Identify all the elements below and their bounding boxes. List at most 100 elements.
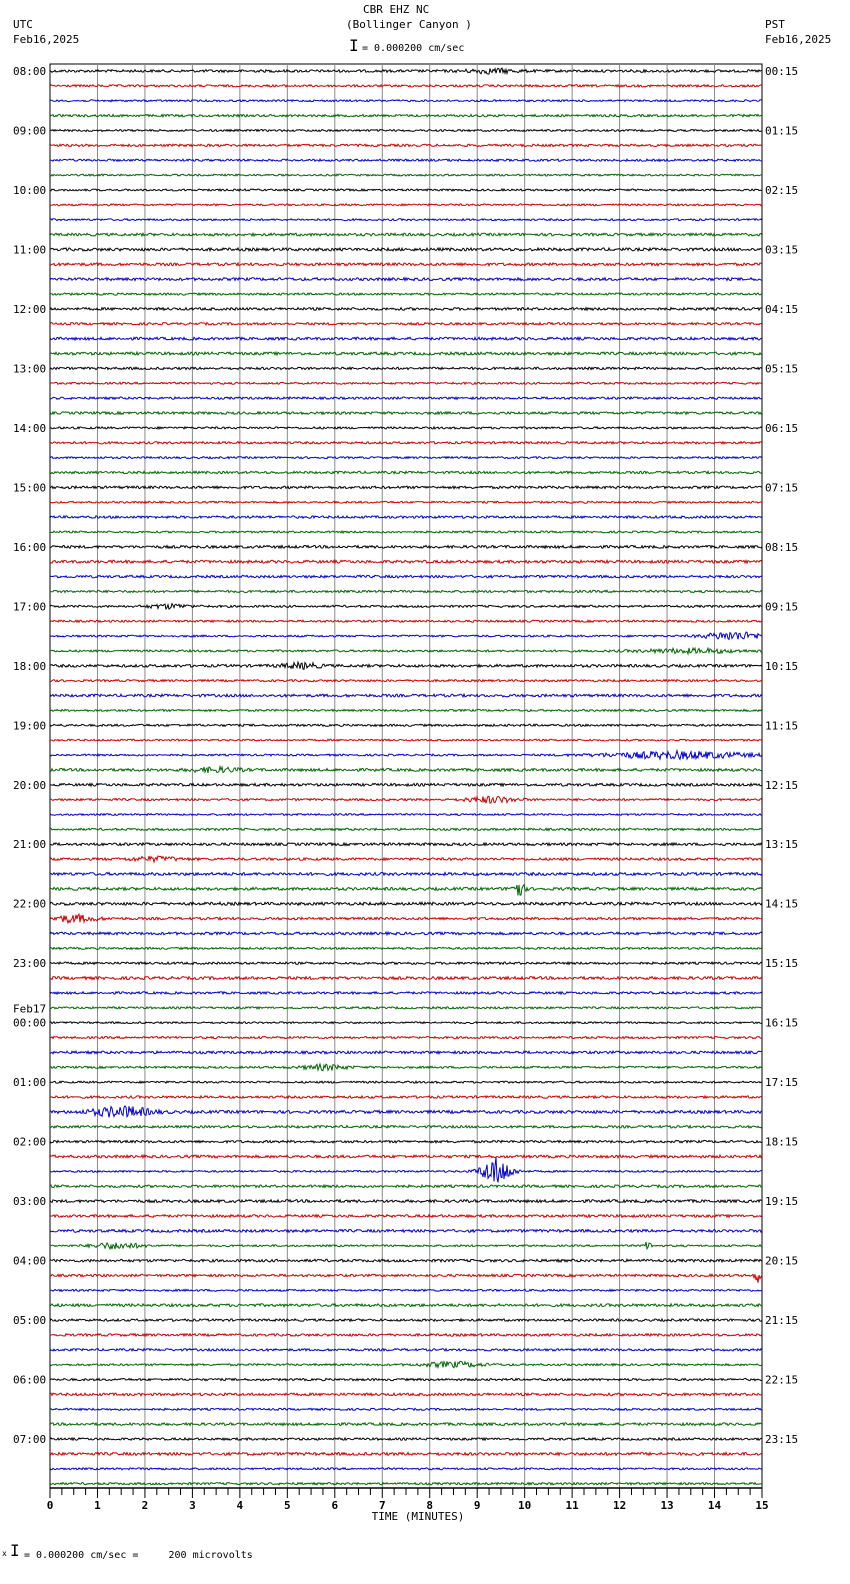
x-tick-label: 13	[660, 1499, 673, 1512]
seismic-trace	[49, 395, 763, 401]
right-hour-label: 21:15	[765, 1314, 798, 1327]
seismic-trace	[49, 306, 763, 312]
seismic-trace	[49, 1213, 763, 1219]
seismic-trace	[49, 1451, 763, 1457]
seismic-trace	[49, 871, 763, 877]
right-hour-label: 14:15	[765, 898, 798, 911]
left-hour-label: 19:00	[13, 719, 46, 732]
left-hour-label: 00:00	[13, 1017, 46, 1030]
seismic-trace	[49, 1317, 763, 1323]
seismic-trace	[49, 1139, 763, 1144]
seismic-trace	[49, 723, 763, 728]
seismic-trace	[49, 425, 763, 430]
seismic-trace	[49, 812, 763, 817]
left-hour-label: 08:00	[13, 65, 46, 78]
right-hour-label: 15:15	[765, 957, 798, 970]
seismic-trace	[49, 1035, 763, 1040]
left-hour-label: 05:00	[13, 1314, 46, 1327]
left-hour-label: 02:00	[13, 1136, 46, 1149]
seismic-trace	[49, 1377, 762, 1382]
right-hour-label: 05:15	[765, 362, 798, 375]
seismic-trace	[49, 990, 763, 996]
seismic-trace	[49, 900, 763, 907]
seismic-trace	[50, 795, 763, 805]
seismic-trace	[49, 1198, 763, 1204]
seismogram-plot: 08:00 09:00 10:00 11:00 12:00 13:00 14:00 15:00…	[13, 63, 798, 1523]
seismic-trace	[49, 187, 763, 192]
seismic-trace	[49, 708, 763, 713]
left-hour-label: 10:00	[13, 184, 46, 197]
seismic-trace	[50, 381, 763, 386]
seismic-trace	[49, 738, 763, 742]
seismic-trace	[49, 1094, 763, 1100]
seismic-trace	[49, 1105, 763, 1119]
right-hour-label: 20:15	[765, 1255, 798, 1268]
left-hour-label: 15:00	[13, 481, 46, 494]
x-tick-label: 3	[189, 1499, 196, 1512]
seismic-trace	[49, 321, 763, 327]
seismic-trace	[49, 83, 763, 89]
seismic-trace	[49, 261, 763, 268]
x-tick-label: 6	[331, 1499, 338, 1512]
seismic-trace	[49, 113, 763, 119]
left-hour-label: 16:00	[13, 541, 46, 554]
left-hour-label: 07:00	[13, 1433, 46, 1446]
left-hour-label: 04:00	[13, 1255, 46, 1268]
seismic-trace	[49, 1258, 763, 1264]
seismic-trace	[49, 366, 763, 371]
seismic-trace	[49, 574, 763, 579]
x-tick-label: 10	[518, 1499, 531, 1512]
seismic-trace	[49, 946, 763, 951]
left-hour-label: 06:00	[13, 1374, 46, 1387]
seismic-trace	[49, 855, 763, 864]
seismic-trace	[49, 350, 763, 357]
x-tick-label: 15	[755, 1499, 768, 1512]
seismic-trace	[49, 960, 763, 966]
right-hour-label: 22:15	[765, 1374, 798, 1387]
seismic-trace	[49, 514, 763, 520]
x-tick-label: 14	[708, 1499, 722, 1512]
seismic-trace	[49, 883, 763, 896]
right-hour-label: 19:15	[765, 1195, 798, 1208]
seismic-trace	[49, 1360, 763, 1370]
seismic-trace	[49, 1049, 763, 1055]
right-hour-label: 17:15	[765, 1076, 798, 1089]
right-hour-label: 06:15	[765, 422, 798, 435]
seismic-trace	[49, 692, 763, 699]
left-hour-label: 11:00	[13, 243, 46, 256]
x-tick-label: 4	[237, 1499, 244, 1512]
right-hour-label: 13:15	[765, 838, 798, 851]
seismic-trace	[49, 335, 763, 342]
seismic-trace	[49, 529, 763, 535]
seismic-trace	[49, 173, 763, 178]
left-hour-label: 03:00	[13, 1195, 46, 1208]
seismic-trace	[49, 1436, 763, 1442]
seismic-trace	[49, 246, 763, 253]
seismic-trace	[49, 631, 763, 641]
seismic-trace	[49, 1302, 763, 1308]
right-hour-label: 10:15	[765, 660, 798, 673]
right-hour-label: 09:15	[765, 600, 798, 613]
seismic-trace	[49, 1153, 763, 1160]
seismic-trace	[49, 143, 763, 148]
seismic-trace	[49, 1407, 763, 1412]
seismic-trace	[49, 1062, 763, 1072]
x-tick-label: 5	[284, 1499, 291, 1512]
seismic-trace	[49, 544, 763, 550]
x-tick-label: 2	[142, 1499, 149, 1512]
right-hour-label: 03:15	[765, 243, 798, 256]
seismic-trace	[50, 1157, 763, 1183]
seismic-trace	[50, 1020, 763, 1025]
seismic-trace	[49, 98, 763, 103]
seismic-trace	[49, 1124, 763, 1130]
seismic-trace	[49, 202, 763, 207]
x-tick-label: 1	[94, 1499, 101, 1512]
right-hour-label: 00:15	[765, 65, 798, 78]
right-hour-label: 08:15	[765, 541, 798, 554]
left-hour-label: 17:00	[13, 600, 46, 613]
seismic-trace	[49, 558, 763, 565]
right-hour-label: 11:15	[765, 719, 798, 732]
seismic-trace	[49, 455, 763, 460]
seismic-trace	[49, 1347, 763, 1353]
seismic-trace	[49, 912, 763, 925]
